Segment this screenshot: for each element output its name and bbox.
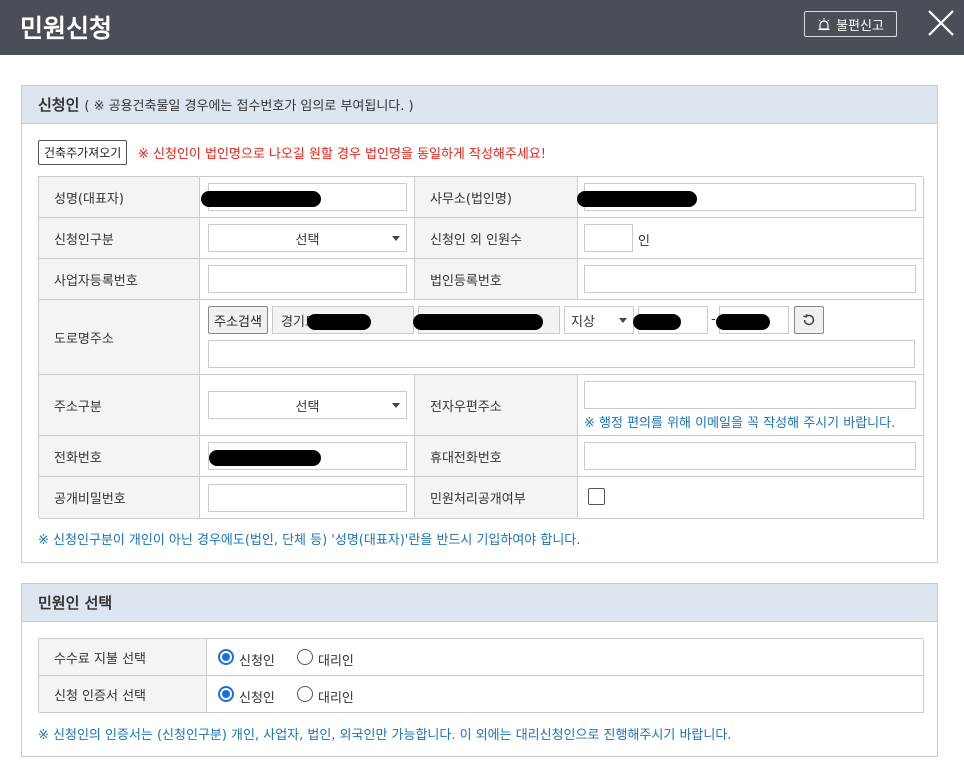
address-ground-select[interactable]: 지상 <box>564 306 634 334</box>
chevron-down-icon <box>392 403 400 408</box>
name-label: 성명(대표자) <box>39 177 200 218</box>
redacted-mask <box>209 450 321 466</box>
address-road-field[interactable] <box>413 306 560 334</box>
disclose-label: 민원처리공개여부 <box>415 477 578 519</box>
redacted-mask <box>577 191 697 207</box>
applicant-header: 신청인 ( ※ 공용건축물일 경우에는 접수번호가 임의로 부여됩니다. ) <box>22 86 937 124</box>
cert-opt-applicant-label: 신청인 <box>239 691 275 706</box>
fee-opt-agent-label: 대리인 <box>318 654 354 669</box>
applicant-type-cell: 선택 <box>200 218 415 259</box>
chevron-down-icon <box>619 318 627 323</box>
alarm-icon <box>818 18 830 31</box>
office-label: 사무소(법인명) <box>415 177 578 218</box>
address-reset-button[interactable] <box>794 306 824 334</box>
pull-owner-button[interactable]: 건축주가져오기 <box>38 140 128 165</box>
corp-no-field[interactable] <box>584 265 916 293</box>
address-sub-no-field[interactable] <box>716 306 789 334</box>
phone-cell <box>200 436 415 477</box>
redacted-mask <box>633 314 681 330</box>
biz-no-cell <box>200 259 415 300</box>
address-type-label: 주소구분 <box>39 375 200 436</box>
fee-options: 신청인 대리인 <box>207 639 924 676</box>
biz-no-label: 사업자등록번호 <box>39 259 200 300</box>
applicant-type-select[interactable]: 선택 <box>208 224 407 252</box>
agent-form-table: 수수료 지불 선택 신청인 대리인 신청 인증서 선택 신청인 대리인 <box>38 638 924 713</box>
mobile-field[interactable] <box>584 442 916 470</box>
report-button[interactable]: 불편신고 <box>804 11 897 37</box>
agent-header: 민원인 선택 <box>22 584 937 622</box>
corporate-name-warning: ※ 신청인이 법인명으로 나오길 원할 경우 법인명을 동일하게 작성해주세요! <box>138 147 546 162</box>
person-unit: 인 <box>638 234 650 249</box>
password-label: 공개비밀번호 <box>39 477 200 519</box>
applicant-type-value: 선택 <box>295 232 320 248</box>
address-city-field[interactable]: 경기도 <box>272 306 414 334</box>
mobile-cell <box>578 436 924 477</box>
biz-no-field[interactable] <box>208 265 407 293</box>
email-note: ※ 행정 편의를 위해 이메일을 꼭 작성해 주시기 바랍니다. <box>584 416 896 431</box>
email-cell: ※ 행정 편의를 위해 이메일을 꼭 작성해 주시기 바랍니다. <box>578 375 924 436</box>
address-main-no-field[interactable] <box>633 306 708 334</box>
email-label: 전자우편주소 <box>415 375 578 436</box>
disclose-cell <box>578 477 924 519</box>
address-ground-value: 지상 <box>571 314 595 330</box>
fee-radio-agent[interactable] <box>297 649 313 665</box>
report-label: 불편신고 <box>836 18 884 34</box>
applicant-type-label: 신청인구분 <box>39 218 200 259</box>
address-type-value: 선택 <box>295 399 320 415</box>
redacted-mask <box>307 314 371 330</box>
applicant-heading: 신청인 <box>38 96 80 114</box>
phone-label: 전화번호 <box>39 436 200 477</box>
other-count-label: 신청인 외 인원수 <box>415 218 578 259</box>
corp-no-cell <box>578 259 924 300</box>
mobile-label: 휴대전화번호 <box>415 436 578 477</box>
email-field[interactable] <box>584 381 916 409</box>
password-cell <box>200 477 415 519</box>
road-address-label: 도로명주소 <box>39 300 200 375</box>
other-count-cell: 인 <box>578 218 924 259</box>
office-field[interactable] <box>577 183 916 211</box>
address-type-select[interactable]: 선택 <box>208 391 407 419</box>
name-field[interactable] <box>201 183 407 211</box>
cert-options: 신청인 대리인 <box>207 676 924 713</box>
address-type-cell: 선택 <box>200 375 415 436</box>
chevron-down-icon <box>392 236 400 241</box>
address-detail-field[interactable] <box>208 340 915 368</box>
cert-radio-applicant[interactable] <box>218 686 234 702</box>
fee-label: 수수료 지불 선택 <box>39 639 207 676</box>
password-field[interactable] <box>208 484 407 512</box>
corp-no-label: 법인등록번호 <box>415 259 578 300</box>
fee-opt-applicant-label: 신청인 <box>239 654 275 669</box>
title-bar: 민원신청 불편신고 <box>0 0 964 55</box>
address-search-button[interactable]: 주소검색 <box>208 306 268 334</box>
applicant-heading-note: ( ※ 공용건축물일 경우에는 접수번호가 임의로 부여됩니다. ) <box>84 99 414 114</box>
agent-heading: 민원인 선택 <box>38 594 113 612</box>
address-dash: - <box>711 312 716 327</box>
disclose-checkbox[interactable] <box>588 488 605 505</box>
phone-field[interactable] <box>208 442 407 470</box>
office-cell <box>577 177 924 218</box>
cert-opt-agent-label: 대리인 <box>318 691 354 706</box>
applicant-bottom-note: ※ 신청인구분이 개인이 아닌 경우에도(법인, 단체 등) '성명(대표자)'… <box>38 533 581 548</box>
cert-label: 신청 인증서 선택 <box>39 676 207 713</box>
fee-radio-applicant[interactable] <box>218 649 234 665</box>
redacted-mask <box>201 191 321 207</box>
agent-note: ※ 신청인의 인증서는 (신청인구분) 개인, 사업자, 법인, 외국인만 가능… <box>38 728 732 743</box>
page-title: 민원신청 <box>20 14 113 43</box>
agent-section: 민원인 선택 수수료 지불 선택 신청인 대리인 신청 인증서 선택 신청인 대… <box>21 583 938 757</box>
road-address-cell: 주소검색 경기도 지상 - <box>200 300 924 375</box>
cert-radio-agent[interactable] <box>297 686 313 702</box>
name-cell <box>200 177 415 218</box>
refresh-icon <box>803 313 815 326</box>
other-count-field[interactable] <box>584 224 633 252</box>
close-icon[interactable] <box>927 9 955 37</box>
applicant-section: 신청인 ( ※ 공용건축물일 경우에는 접수번호가 임의로 부여됩니다. ) 건… <box>21 85 938 563</box>
applicant-form-table: 성명(대표자) 사무소(법인명) 신청인구분 선택 신청인 외 인원수 인 사업… <box>38 176 924 519</box>
redacted-mask <box>716 314 770 330</box>
redacted-mask <box>413 314 543 330</box>
